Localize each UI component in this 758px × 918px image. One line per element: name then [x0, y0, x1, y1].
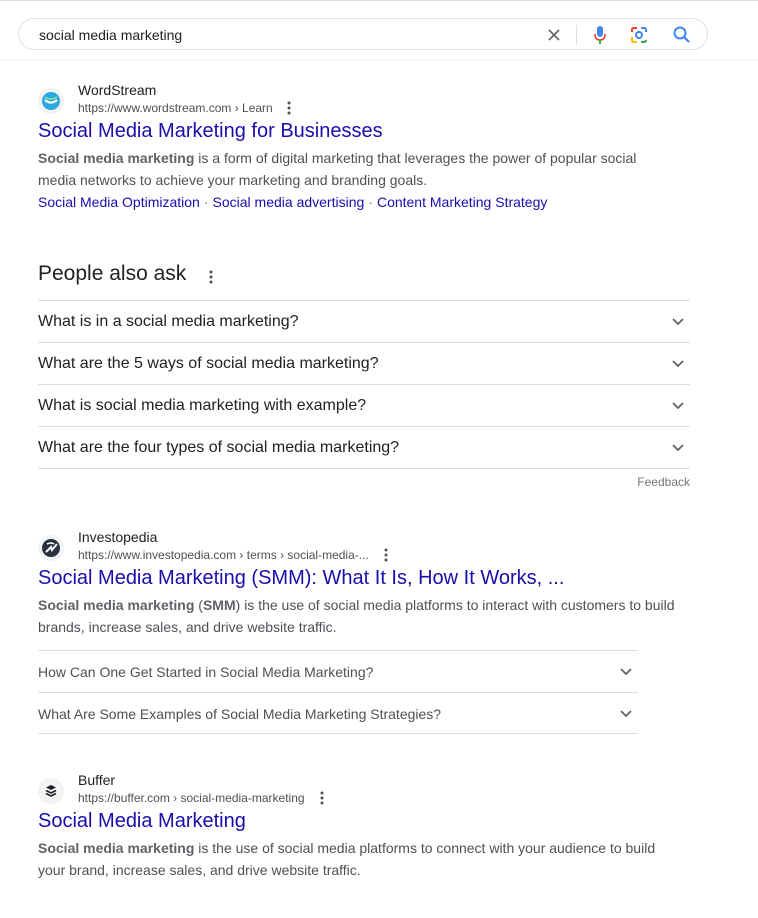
- snippet-highlight: Social media marketing: [38, 150, 195, 166]
- investopedia-logo-icon: [38, 535, 64, 561]
- sitelink[interactable]: Content Marketing Strategy: [377, 194, 547, 210]
- wordstream-logo-icon: [38, 88, 64, 114]
- result-snippet: Social media marketing (SMM) is the use …: [38, 594, 678, 638]
- site-url: https://www.wordstream.com › Learn: [78, 101, 273, 115]
- snippet-highlight: SMM: [202, 597, 236, 613]
- paa-question-text: What are the four types of social media …: [38, 439, 400, 456]
- search-divider: [576, 25, 577, 45]
- paa-heading: People also ask: [38, 262, 690, 300]
- related-question[interactable]: What Are Some Examples of Social Media M…: [38, 692, 638, 734]
- paa-question-text: What is in a social media marketing?: [38, 313, 299, 330]
- paa-heading-text: People also ask: [38, 262, 187, 285]
- chevron-down-icon[interactable]: [618, 706, 634, 722]
- related-question-text: What Are Some Examples of Social Media M…: [38, 706, 442, 722]
- sitelink-separator: ·: [203, 194, 209, 210]
- result-snippet: Social media marketing is a form of digi…: [38, 147, 678, 191]
- search-input[interactable]: social media marketing: [39, 27, 182, 43]
- snippet-highlight: Social media marketing: [38, 840, 195, 856]
- sitelink[interactable]: Social Media Optimization: [38, 194, 200, 210]
- people-also-ask: People also ask What is in a social medi…: [38, 262, 690, 493]
- search-header: social media marketing: [0, 0, 758, 59]
- more-options-icon[interactable]: [379, 547, 393, 563]
- paa-question[interactable]: What are the 5 ways of social media mark…: [38, 342, 690, 384]
- more-options-icon[interactable]: [282, 100, 296, 116]
- result-snippet: Social media marketing is the use of soc…: [38, 837, 678, 881]
- related-questions: How Can One Get Started in Social Media …: [38, 650, 638, 734]
- more-options-icon[interactable]: [204, 268, 218, 286]
- search-result: WordStream https://www.wordstream.com › …: [38, 82, 678, 213]
- clear-icon[interactable]: [546, 27, 562, 43]
- search-box[interactable]: social media marketing: [18, 18, 708, 50]
- feedback-link[interactable]: Feedback: [637, 475, 690, 489]
- paa-question-text: What are the 5 ways of social media mark…: [38, 355, 379, 372]
- chevron-down-icon[interactable]: [618, 664, 634, 680]
- paa-question-text: What is social media marketing with exam…: [38, 397, 367, 414]
- chevron-down-icon[interactable]: [670, 314, 686, 330]
- more-options-icon[interactable]: [315, 790, 329, 806]
- site-url: https://www.investopedia.com › terms › s…: [78, 548, 369, 562]
- search-result: Buffer https://buffer.com › social-media…: [38, 772, 678, 881]
- sitelink-separator: ·: [368, 194, 373, 210]
- snippet-highlight: Social media marketing: [38, 597, 195, 613]
- chevron-down-icon[interactable]: [670, 440, 686, 456]
- result-source[interactable]: Investopedia https://www.investopedia.co…: [38, 529, 678, 569]
- paa-question[interactable]: What is social media marketing with exam…: [38, 384, 690, 426]
- paa-question[interactable]: What are the four types of social media …: [38, 426, 690, 468]
- buffer-logo-icon: [38, 778, 64, 804]
- microphone-icon[interactable]: [592, 25, 608, 45]
- sitelink[interactable]: Social media advertising: [213, 194, 365, 210]
- site-name: Buffer: [78, 772, 116, 788]
- related-question-text: How Can One Get Started in Social Media …: [38, 664, 374, 680]
- related-question[interactable]: How Can One Get Started in Social Media …: [38, 650, 638, 692]
- sitelinks: Social Media Optimization · Social media a…: [38, 191, 678, 213]
- search-icon[interactable]: [672, 25, 692, 45]
- snippet-text: (: [194, 597, 203, 613]
- site-url: https://buffer.com › social-media-market…: [78, 791, 305, 805]
- paa-question[interactable]: What is in a social media marketing?: [38, 300, 690, 342]
- search-result: Investopedia https://www.investopedia.co…: [38, 529, 678, 734]
- chevron-down-icon[interactable]: [670, 398, 686, 414]
- result-source[interactable]: Buffer https://buffer.com › social-media…: [38, 772, 678, 812]
- paa-footer: Feedback: [38, 468, 690, 493]
- result-source[interactable]: WordStream https://www.wordstream.com › …: [38, 82, 678, 122]
- site-name: Investopedia: [78, 529, 158, 545]
- chevron-down-icon[interactable]: [670, 356, 686, 372]
- google-lens-icon[interactable]: [629, 25, 649, 45]
- site-name: WordStream: [78, 82, 157, 98]
